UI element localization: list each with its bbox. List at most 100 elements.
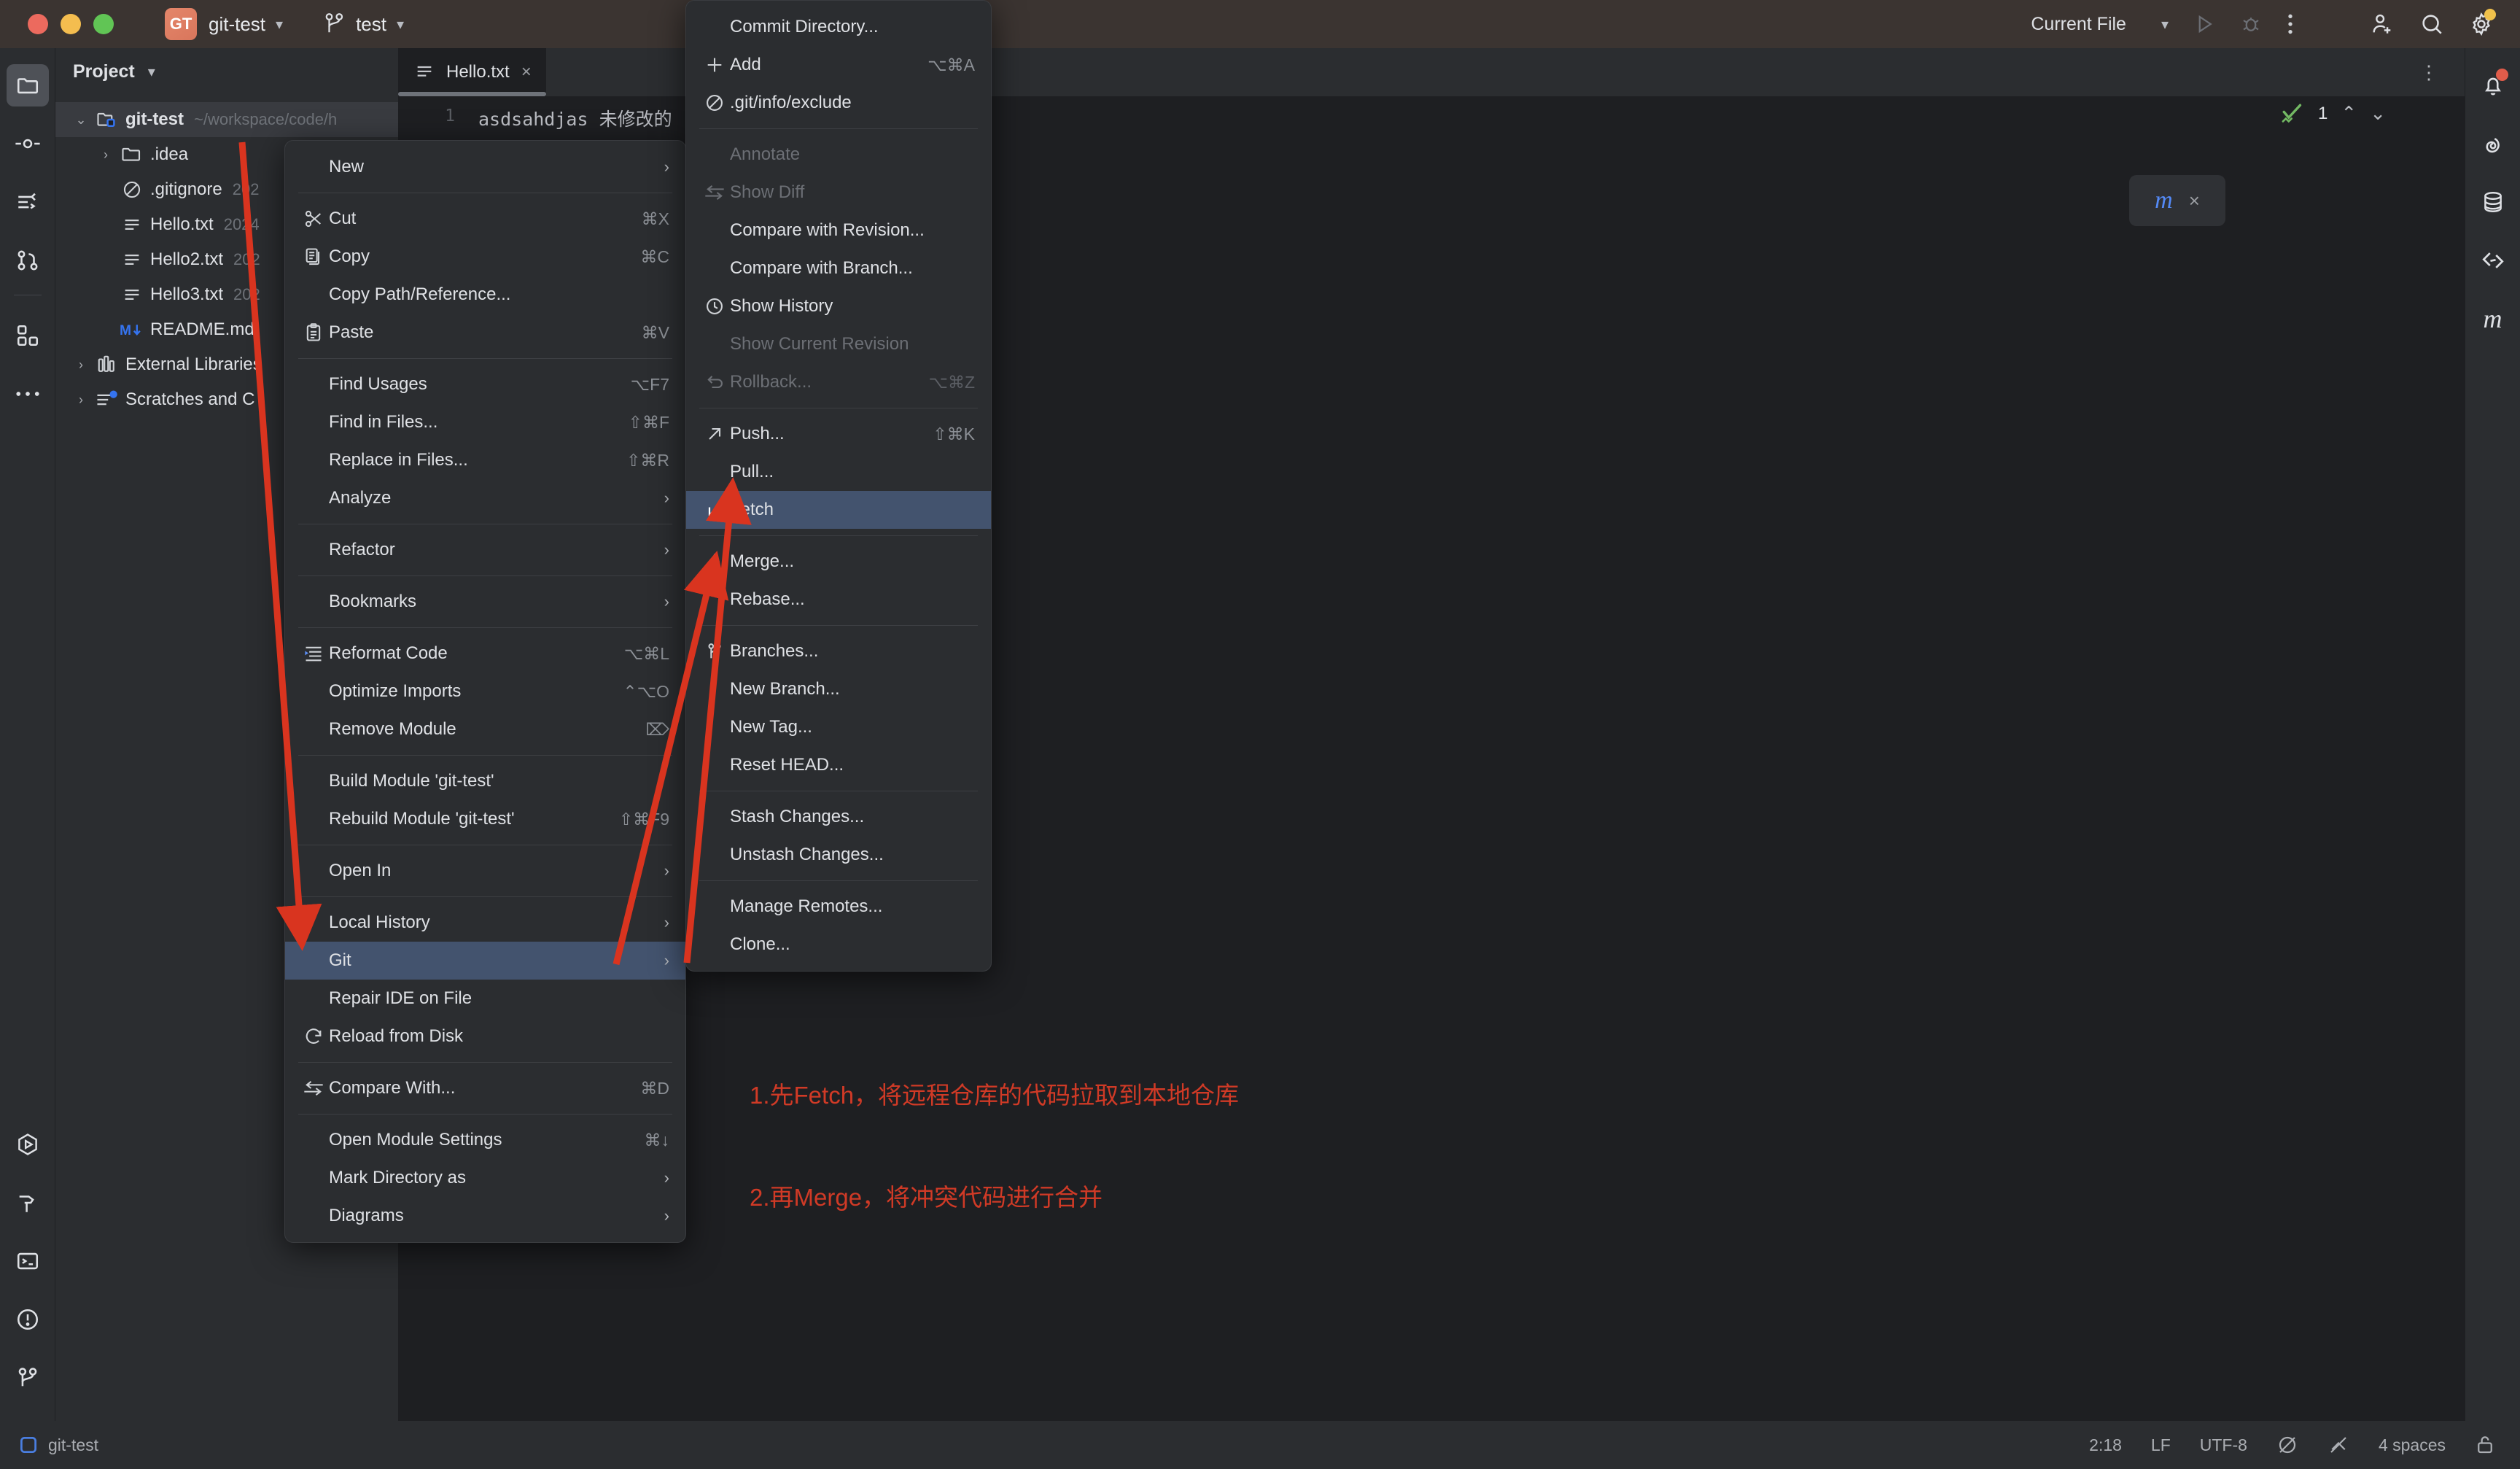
editor-tab[interactable]: Hello.txt ×: [398, 48, 546, 96]
menu-item[interactable]: Merge...: [686, 543, 991, 581]
close-window-button[interactable]: [28, 14, 48, 34]
inspection-widget[interactable]: 1 ⌃ ⌄: [2280, 102, 2386, 125]
menu-item[interactable]: Commit Directory...: [686, 8, 991, 46]
chevron-down-icon[interactable]: ▾: [276, 15, 283, 34]
file-encoding[interactable]: UTF-8: [2200, 1435, 2247, 1455]
line-separator[interactable]: LF: [2151, 1435, 2171, 1455]
branch-widget[interactable]: test ▾: [324, 12, 404, 36]
ai-assistant-icon[interactable]: [2472, 123, 2514, 165]
problems-tool-window-icon[interactable]: [7, 1298, 49, 1341]
inspection-next-icon[interactable]: ⌄: [2370, 102, 2386, 125]
version-control-tool-window-icon[interactable]: [7, 1357, 49, 1399]
menu-item[interactable]: Git›: [285, 942, 685, 980]
expand-arrow-icon[interactable]: ›: [69, 392, 93, 408]
menu-item[interactable]: Pull...: [686, 453, 991, 491]
notifications-bell-icon[interactable]: [2472, 64, 2514, 106]
menu-item[interactable]: Analyze›: [285, 479, 685, 517]
database-icon[interactable]: [2472, 181, 2514, 223]
menu-item[interactable]: .git/info/exclude: [686, 84, 991, 122]
git-branches-icon[interactable]: [7, 239, 49, 282]
menu-item[interactable]: Open Module Settings⌘↓: [285, 1121, 685, 1159]
menu-item[interactable]: Refactor›: [285, 531, 685, 569]
menu-item[interactable]: Diagrams›: [285, 1197, 685, 1235]
endpoints-icon[interactable]: [2472, 239, 2514, 282]
menu-item[interactable]: Mark Directory as›: [285, 1159, 685, 1197]
run-config-chevron-down-icon[interactable]: ▾: [2161, 15, 2169, 34]
status-project-label[interactable]: git-test: [48, 1435, 98, 1455]
menu-item[interactable]: Fetch: [686, 491, 991, 529]
menu-item[interactable]: Bookmarks›: [285, 583, 685, 621]
menu-item[interactable]: Remove Module⌦: [285, 710, 685, 748]
menu-item[interactable]: Clone...: [686, 926, 991, 964]
project-view-chevron-down-icon[interactable]: ▾: [148, 63, 155, 81]
run-tool-window-icon[interactable]: [7, 1123, 49, 1166]
menu-item[interactable]: Optimize Imports⌃⌥O: [285, 673, 685, 710]
menu-item[interactable]: New Branch...: [686, 670, 991, 708]
no-read-only-icon[interactable]: [2328, 1434, 2349, 1456]
structure-tool-window-icon[interactable]: [7, 314, 49, 357]
menu-item[interactable]: Reformat Code⌥⌘L: [285, 635, 685, 673]
menu-item[interactable]: Copy Path/Reference...: [285, 276, 685, 314]
maven-reload-popup[interactable]: m ×: [2129, 175, 2225, 226]
debug-icon[interactable]: [2240, 13, 2262, 35]
expand-arrow-icon[interactable]: ›: [93, 147, 118, 163]
more-tool-windows-icon[interactable]: [7, 373, 49, 415]
inspections-off-icon[interactable]: [2276, 1434, 2298, 1456]
commit-tool-window-icon[interactable]: [7, 123, 49, 165]
menu-item[interactable]: Paste⌘V: [285, 314, 685, 352]
inspection-count: 1: [2318, 104, 2328, 124]
menu-item[interactable]: Push...⇧⌘K: [686, 415, 991, 453]
menu-item[interactable]: Rebuild Module 'git-test'⇧⌘F9: [285, 800, 685, 838]
menu-item[interactable]: Branches...: [686, 632, 991, 670]
menu-item[interactable]: Stash Changes...: [686, 798, 991, 836]
maven-icon[interactable]: m: [2472, 298, 2514, 340]
menu-item[interactable]: Replace in Files...⇧⌘R: [285, 441, 685, 479]
expand-arrow-icon[interactable]: ⌄: [69, 112, 93, 128]
menu-item[interactable]: Open In›: [285, 852, 685, 890]
menu-item[interactable]: Reload from Disk: [285, 1018, 685, 1055]
search-everywhere-icon[interactable]: [2419, 12, 2444, 36]
menu-item[interactable]: Compare With...⌘D: [285, 1069, 685, 1107]
menu-item[interactable]: Find in Files...⇧⌘F: [285, 403, 685, 441]
menu-item[interactable]: Rebase...: [686, 581, 991, 619]
inspection-prev-icon[interactable]: ⌃: [2341, 102, 2357, 125]
menu-item[interactable]: New Tag...: [686, 708, 991, 746]
close-icon[interactable]: ×: [2189, 190, 2200, 212]
maximize-window-button[interactable]: [93, 14, 114, 34]
pull-requests-icon[interactable]: [7, 181, 49, 223]
menu-item[interactable]: Find Usages⌥F7: [285, 365, 685, 403]
menu-item[interactable]: Unstash Changes...: [686, 836, 991, 874]
maven-reload-icon[interactable]: m: [2155, 187, 2173, 214]
settings-gear-icon[interactable]: [2469, 12, 2494, 36]
menu-item[interactable]: Build Module 'git-test': [285, 762, 685, 800]
menu-item[interactable]: Compare with Branch...: [686, 249, 991, 287]
menu-item[interactable]: Add⌥⌘A: [686, 46, 991, 84]
menu-item[interactable]: New›: [285, 148, 685, 186]
more-options-icon[interactable]: [2287, 12, 2294, 36]
tree-node[interactable]: ⌄git-test~/workspace/code/h: [55, 102, 398, 137]
caret-position[interactable]: 2:18: [2089, 1435, 2122, 1455]
editor-tab-options-icon[interactable]: ⋮: [2419, 61, 2440, 84]
project-name-label[interactable]: git-test: [209, 13, 265, 36]
run-icon[interactable]: [2193, 13, 2215, 35]
lock-icon[interactable]: [2475, 1434, 2495, 1456]
minimize-window-button[interactable]: [61, 14, 81, 34]
menu-item[interactable]: Show History: [686, 287, 991, 325]
menu-item[interactable]: Copy⌘C: [285, 238, 685, 276]
indent-setting[interactable]: 4 spaces: [2379, 1435, 2446, 1455]
add-user-icon[interactable]: [2370, 12, 2395, 36]
menu-item[interactable]: Local History›: [285, 904, 685, 942]
chevron-right-icon: ›: [664, 1206, 669, 1225]
menu-item[interactable]: Compare with Revision...: [686, 212, 991, 249]
expand-arrow-icon[interactable]: ›: [69, 357, 93, 373]
menu-item[interactable]: Cut⌘X: [285, 200, 685, 238]
menu-item[interactable]: Reset HEAD...: [686, 746, 991, 784]
window-controls[interactable]: [28, 14, 114, 34]
close-icon[interactable]: ×: [521, 62, 532, 82]
run-configuration-selector[interactable]: Current File: [2031, 14, 2126, 35]
project-tool-window-icon[interactable]: [7, 64, 49, 106]
terminal-tool-window-icon[interactable]: [7, 1240, 49, 1282]
menu-item[interactable]: Manage Remotes...: [686, 888, 991, 926]
menu-item[interactable]: Repair IDE on File: [285, 980, 685, 1018]
build-tool-window-icon[interactable]: [7, 1182, 49, 1224]
